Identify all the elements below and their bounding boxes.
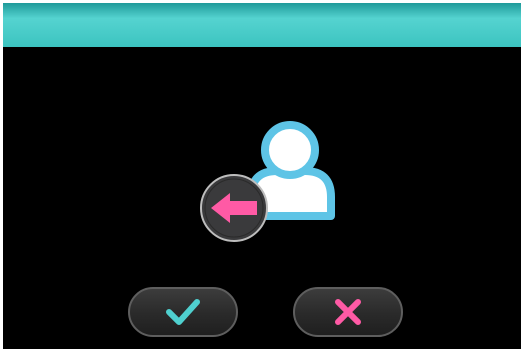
cancel-button[interactable] — [293, 287, 403, 337]
checkmark-icon — [166, 299, 200, 325]
confirm-button[interactable] — [128, 287, 238, 337]
remove-user-illustration — [193, 119, 343, 245]
arrow-left-icon — [200, 174, 268, 242]
close-icon — [335, 299, 361, 325]
title-bar — [3, 3, 521, 47]
dialog-screen — [3, 3, 521, 349]
